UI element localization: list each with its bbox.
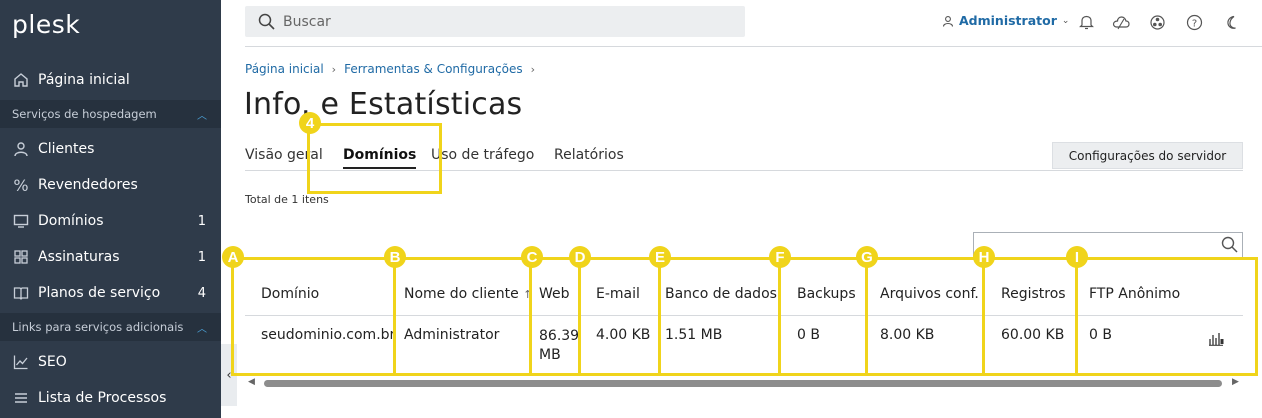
- annotation-badge-h: H: [973, 246, 995, 268]
- chevron-up-icon: ︿: [197, 110, 207, 122]
- chevron-right-icon: ›: [530, 62, 536, 76]
- total-items-text: Total de 1 itens: [245, 193, 329, 206]
- top-bar: Administrator ⌄ ?: [245, 0, 1262, 47]
- sidebar-item-seo[interactable]: SEO: [0, 344, 221, 380]
- chevron-right-icon: ›: [331, 62, 337, 76]
- breadcrumb-home[interactable]: Página inicial: [245, 62, 324, 76]
- sidebar: plesk Página inicial Serviços de hospeda…: [0, 0, 221, 418]
- annotation-box-h: [982, 257, 1078, 376]
- help-icon[interactable]: ?: [1184, 12, 1204, 32]
- chevron-down-icon: ⌄: [1061, 15, 1070, 26]
- sidebar-item-label: Domínios: [38, 213, 104, 229]
- user-icon: [12, 140, 30, 158]
- percent-icon: %: [13, 175, 29, 195]
- annotation-box-4: [307, 123, 442, 194]
- chevron-up-icon: ︿: [197, 323, 207, 335]
- plesk-logo[interactable]: plesk: [12, 10, 80, 39]
- sidebar-item-clients[interactable]: Clientes: [0, 131, 221, 167]
- breadcrumb: Página inicial › Ferramentas & Configura…: [245, 62, 535, 76]
- scroll-left-icon[interactable]: ◀: [248, 377, 255, 387]
- user-icon: [942, 15, 954, 27]
- annotation-badge-4: 4: [299, 112, 321, 134]
- section-hosting-services[interactable]: Serviços de hospedagem ︿: [0, 100, 221, 128]
- annotation-box-b: [393, 257, 532, 376]
- sidebar-item-home[interactable]: Página inicial: [0, 62, 221, 98]
- annotation-badge-a: A: [222, 246, 244, 268]
- count-badge: 4: [197, 285, 206, 301]
- user-menu[interactable]: Administrator ⌄: [942, 13, 1069, 28]
- count-badge: 1: [197, 213, 206, 229]
- annotation-box-c: [529, 257, 581, 376]
- annotation-badge-b: B: [384, 246, 406, 268]
- list-icon: [12, 389, 30, 407]
- count-badge: 1: [197, 249, 206, 265]
- sidebar-item-label: Página inicial: [38, 72, 130, 88]
- monitor-icon: [12, 212, 30, 230]
- annotation-box-g: [865, 257, 985, 376]
- annotation-badge-i: I: [1066, 246, 1088, 268]
- page-title: Info. e Estatísticas: [244, 87, 523, 122]
- breadcrumb-tools-settings[interactable]: Ferramentas & Configurações: [344, 62, 523, 76]
- home-icon: [12, 71, 30, 89]
- annotation-box-i: [1075, 257, 1258, 376]
- table-search-field[interactable]: [973, 232, 1243, 258]
- tab-traffic-usage[interactable]: Uso de tráfego: [431, 147, 534, 163]
- section-label: Links para serviços adicionais: [12, 320, 184, 334]
- section-label: Serviços de hospedagem: [12, 107, 157, 121]
- section-additional-links[interactable]: Links para serviços adicionais ︿: [0, 313, 221, 341]
- tab-reports[interactable]: Relatórios: [554, 147, 624, 163]
- annotation-box-f: [778, 257, 868, 376]
- search-input[interactable]: [283, 13, 703, 30]
- annotation-badge-f: F: [769, 246, 791, 268]
- global-search[interactable]: [245, 6, 745, 37]
- svg-text:?: ?: [1191, 18, 1196, 29]
- scrollbar-thumb[interactable]: [264, 380, 1222, 387]
- annotation-badge-c: C: [521, 246, 543, 268]
- sidebar-item-label: Assinaturas: [38, 249, 120, 265]
- sidebar-item-label: SEO: [38, 354, 67, 370]
- annotation-box-d: [578, 257, 661, 376]
- book-icon: [12, 284, 30, 302]
- horizontal-scrollbar[interactable]: ◀ ▶: [248, 377, 1242, 389]
- annotation-badge-e: E: [649, 246, 671, 268]
- sidebar-item-resellers[interactable]: % Revendedores: [0, 167, 221, 203]
- extensions-icon[interactable]: [1147, 12, 1167, 32]
- sidebar-item-label: Lista de Processos: [38, 390, 167, 406]
- sidebar-item-service-plans[interactable]: Planos de serviço 4: [0, 275, 221, 311]
- sidebar-item-subscriptions[interactable]: Assinaturas 1: [0, 239, 221, 275]
- annotation-badge-d: D: [569, 246, 591, 268]
- chart-line-icon: [12, 353, 30, 371]
- sidebar-item-label: Clientes: [38, 141, 95, 157]
- search-icon: [1221, 236, 1238, 257]
- notifications-icon[interactable]: [1076, 12, 1096, 32]
- sidebar-item-label: Planos de serviço: [38, 285, 161, 301]
- sidebar-item-process-list[interactable]: Lista de Processos: [0, 380, 221, 416]
- scroll-right-icon[interactable]: ▶: [1232, 377, 1239, 387]
- sidebar-item-label: Revendedores: [38, 177, 138, 193]
- sidebar-item-domains[interactable]: Domínios 1: [0, 203, 221, 239]
- annotation-badge-g: G: [856, 246, 878, 268]
- server-settings-button[interactable]: Configurações do servidor: [1052, 142, 1243, 169]
- annotation-box-a: [231, 257, 396, 376]
- search-icon: [258, 13, 275, 30]
- cloud-icon[interactable]: [1111, 12, 1131, 32]
- grid-icon: [12, 248, 30, 266]
- annotation-box-e: [658, 257, 781, 376]
- user-name: Administrator: [959, 13, 1057, 28]
- dark-mode-icon[interactable]: [1221, 12, 1241, 32]
